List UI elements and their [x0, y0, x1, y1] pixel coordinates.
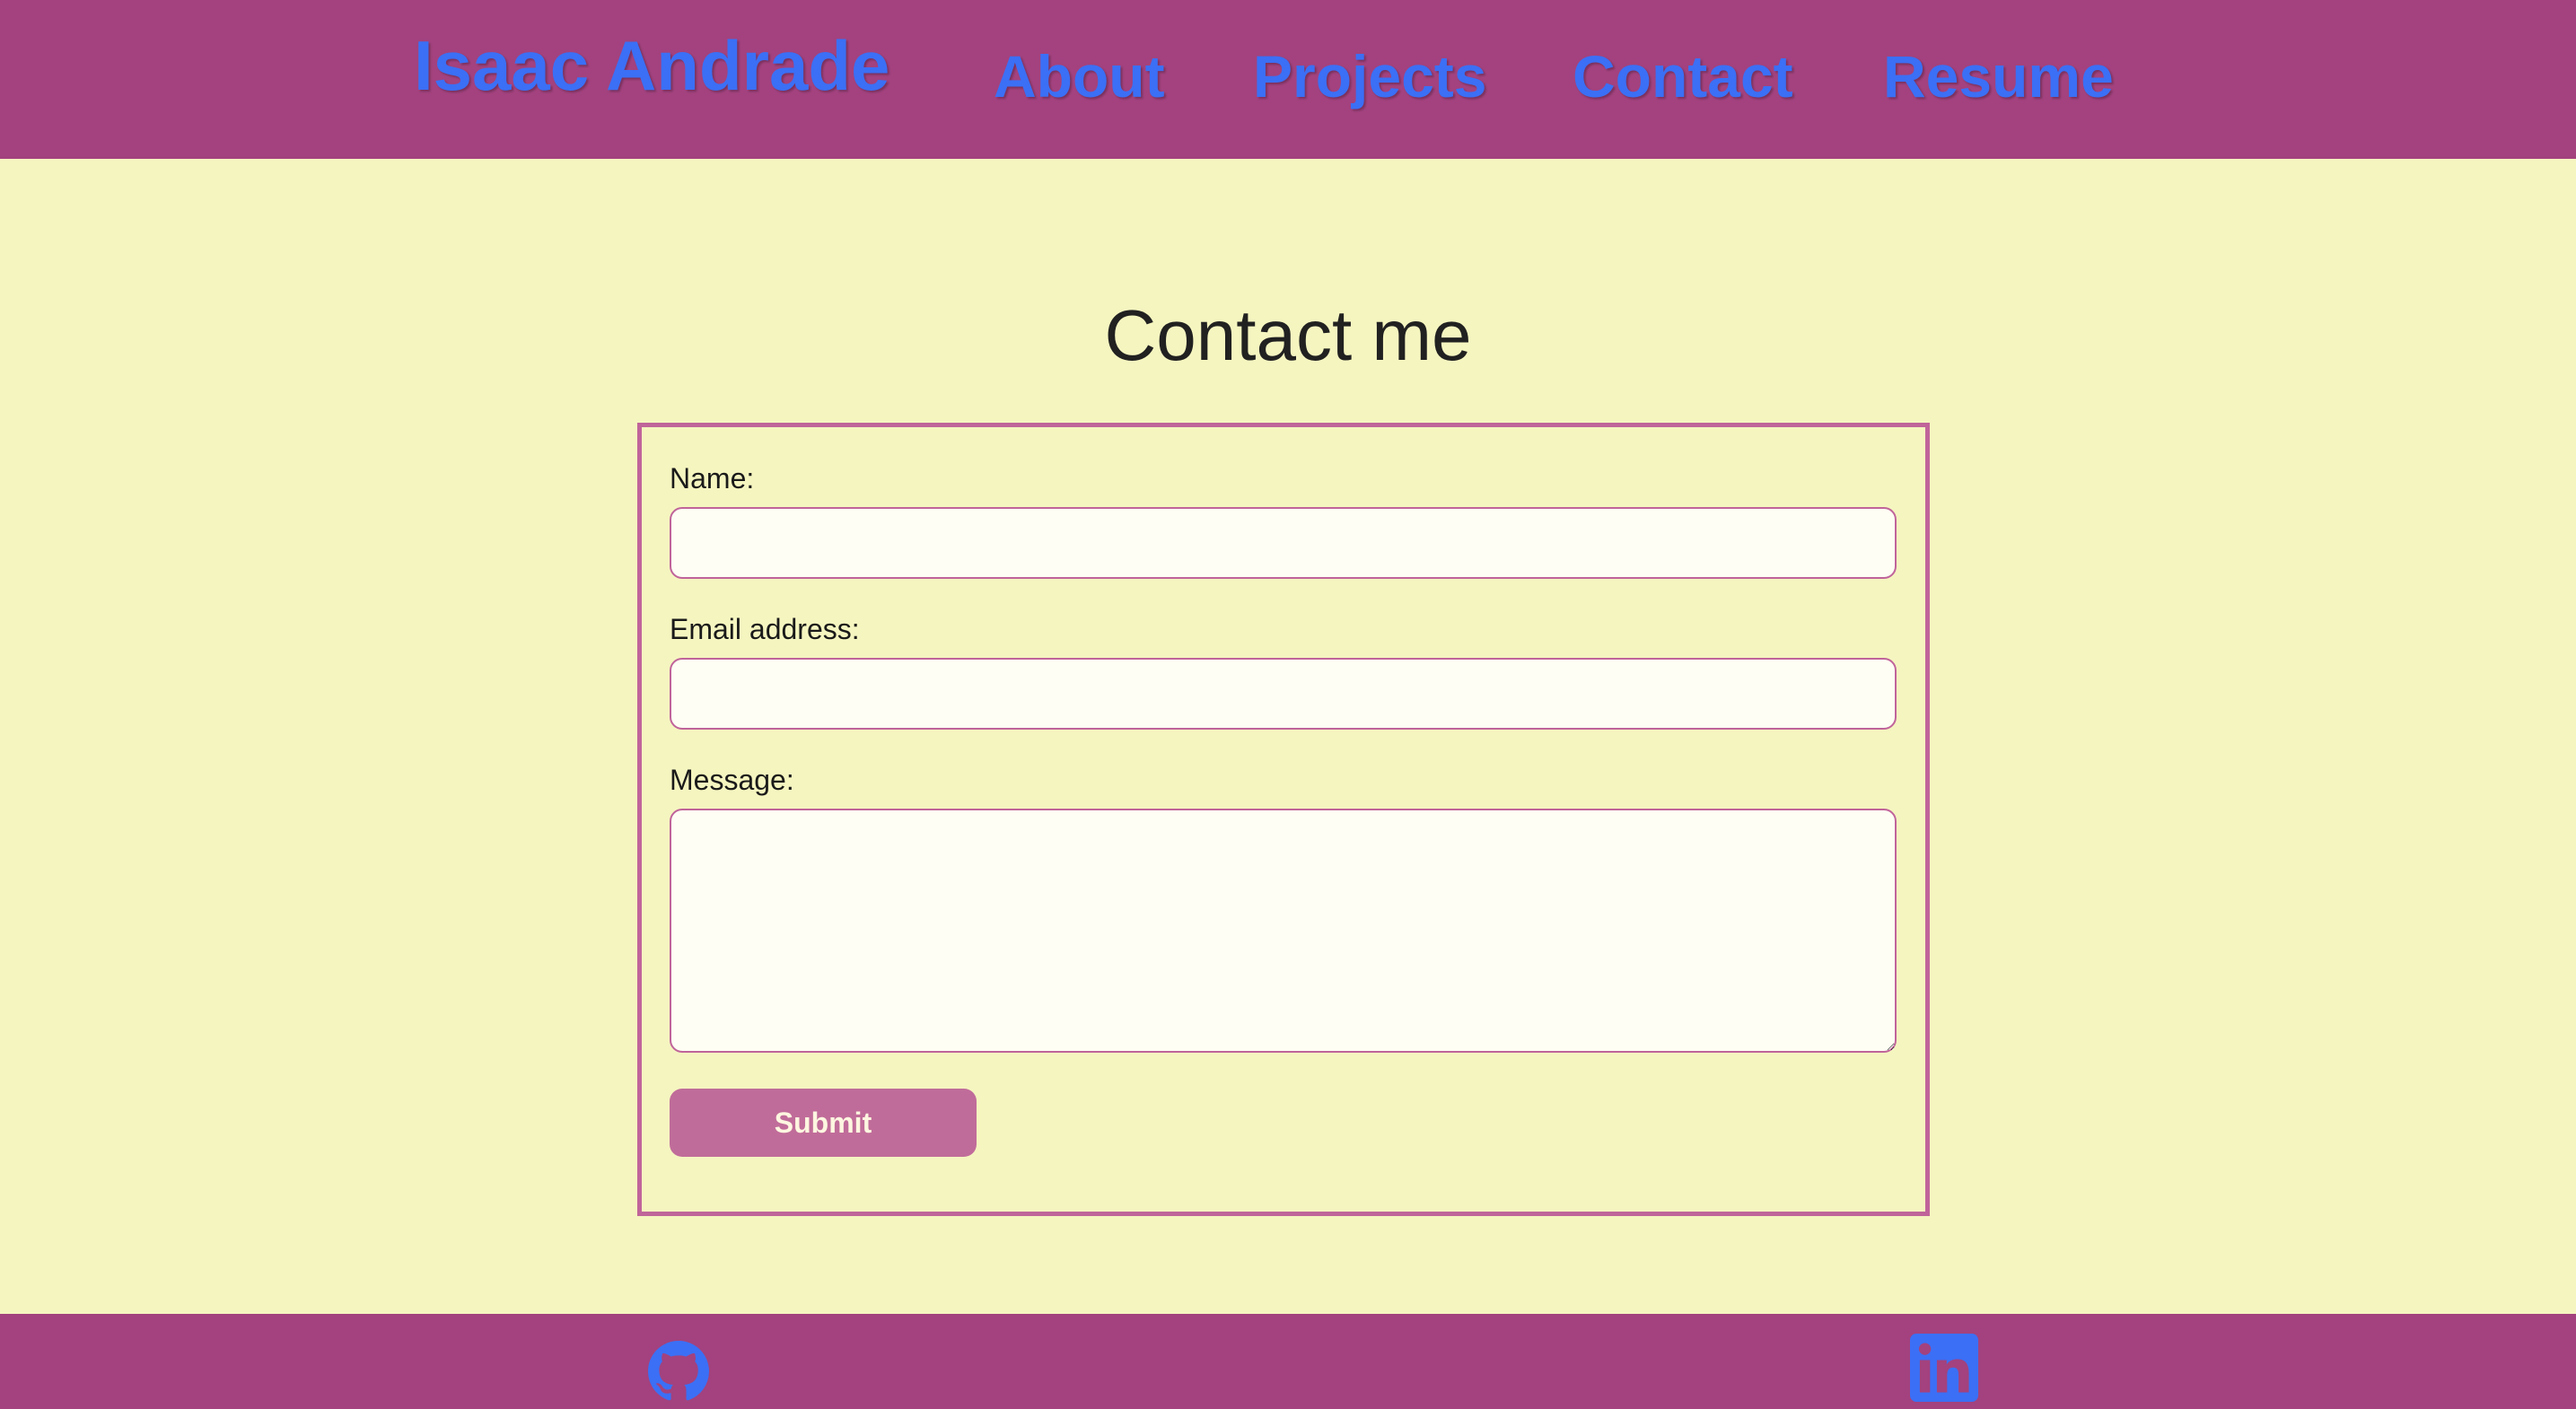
message-textarea[interactable]: [670, 809, 1897, 1053]
site-brand[interactable]: Isaac Andrade: [414, 31, 889, 101]
submit-button[interactable]: Submit: [670, 1089, 977, 1157]
nav-contact[interactable]: Contact: [1573, 47, 1793, 106]
nav-projects[interactable]: Projects: [1253, 47, 1486, 106]
message-label: Message:: [670, 764, 794, 796]
name-input[interactable]: [670, 507, 1897, 579]
email-label: Email address:: [670, 613, 860, 645]
name-label: Name:: [670, 462, 755, 494]
linkedin-icon[interactable]: [1910, 1334, 1978, 1406]
nav-resume[interactable]: Resume: [1883, 47, 2114, 106]
nav-about[interactable]: About: [994, 47, 1165, 106]
github-icon[interactable]: [648, 1341, 709, 1406]
site-header: Isaac Andrade About Projects Contact Res…: [0, 0, 2576, 159]
site-footer: [0, 1314, 2576, 1409]
page-title: Contact me: [1104, 294, 1472, 375]
email-input[interactable]: [670, 658, 1897, 730]
